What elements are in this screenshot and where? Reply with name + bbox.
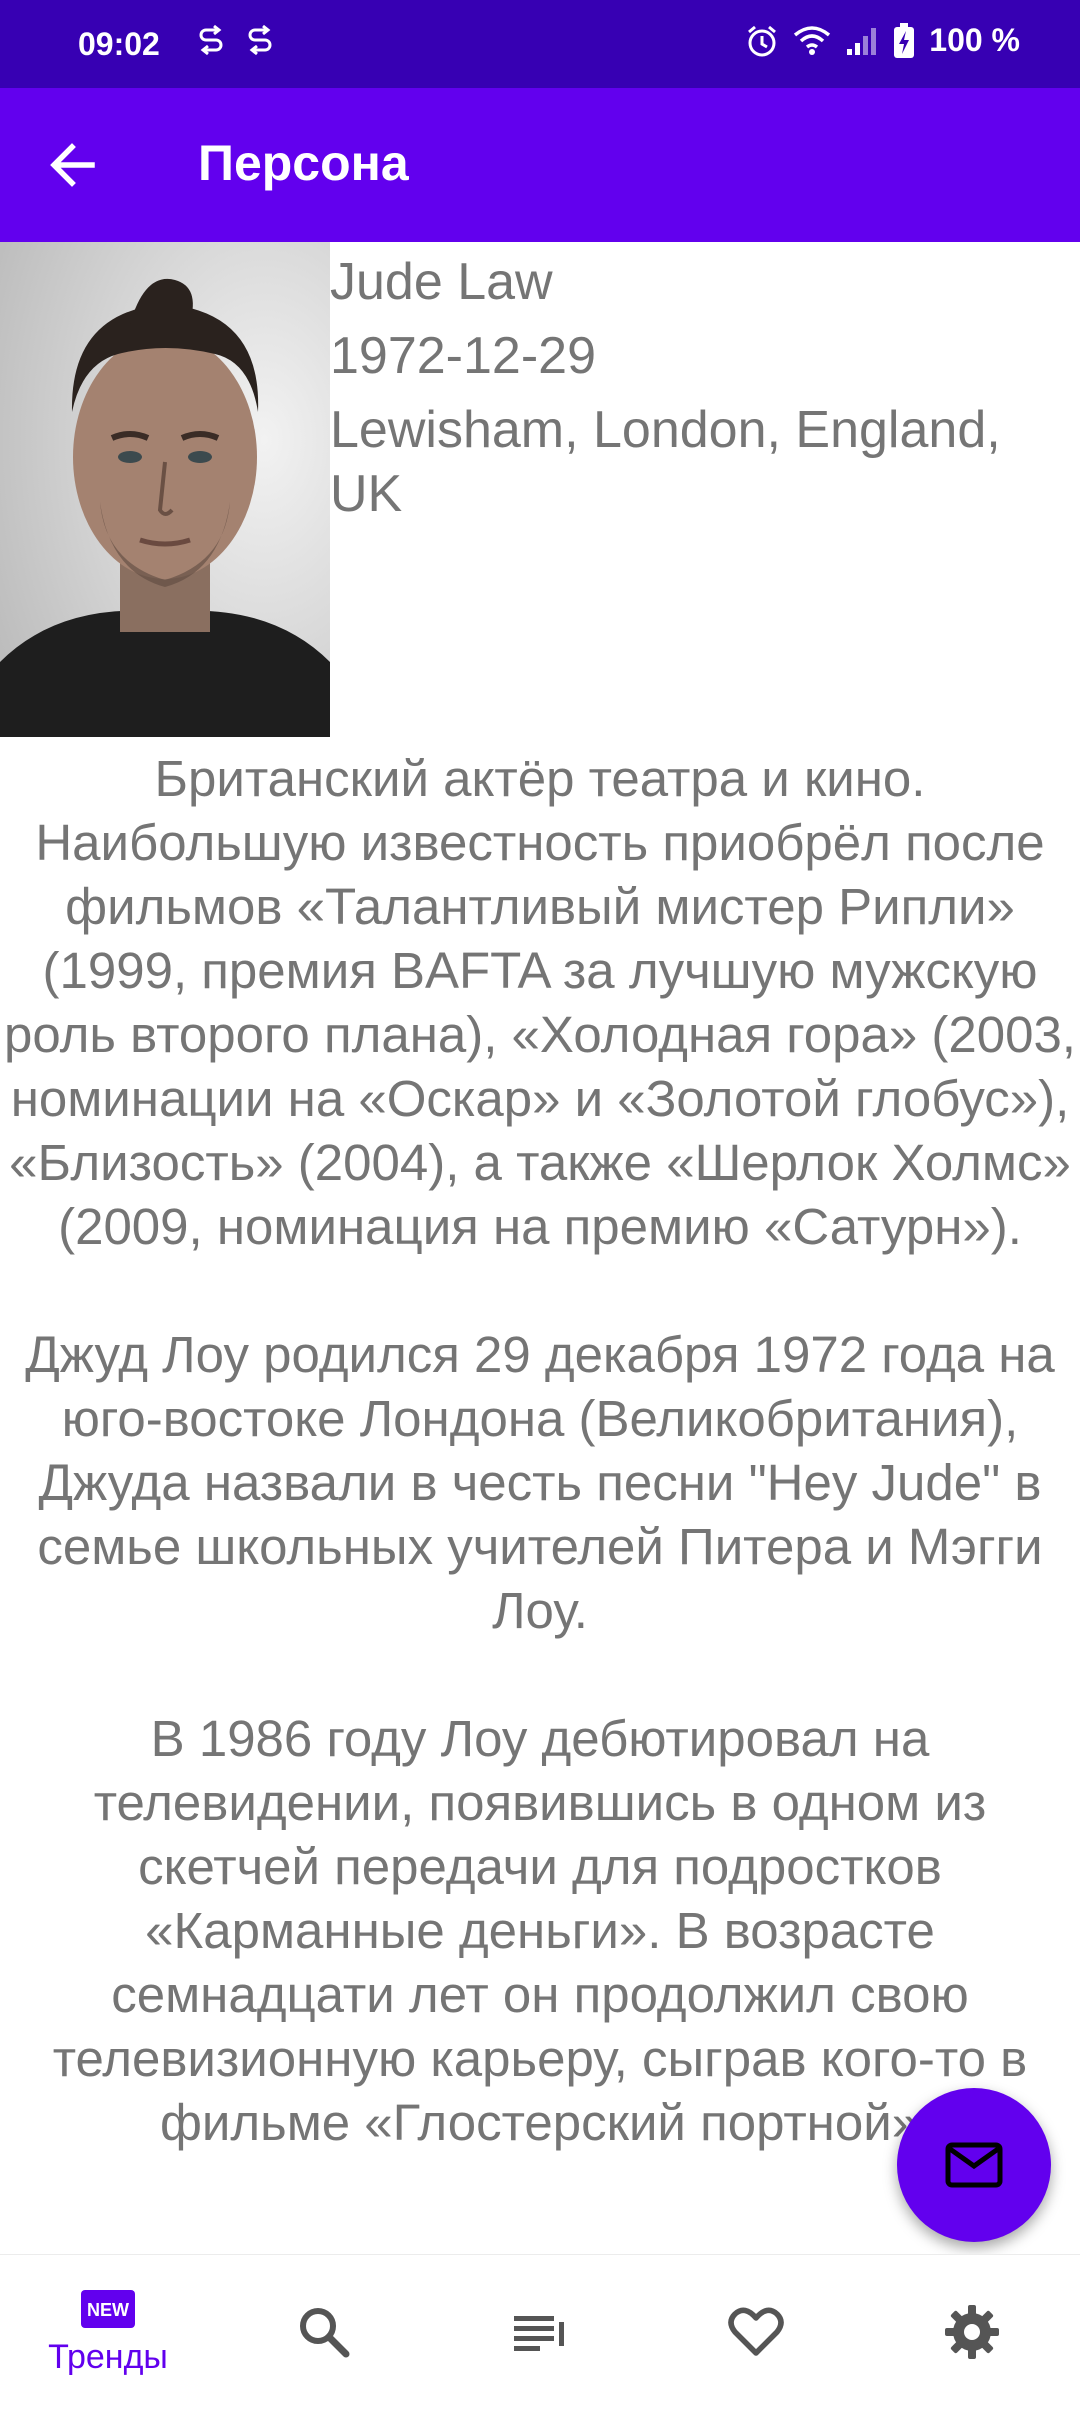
app-bar: Персона (0, 88, 1080, 242)
new-badge-icon: NEW (81, 2289, 135, 2328)
status-bar: 09:02 100 % (0, 0, 1080, 88)
biography-paragraph: В 1986 году Лоу дебютировал на телевиден… (52, 1710, 1028, 2151)
list-icon (514, 2316, 564, 2351)
page-title: Персона (198, 135, 409, 191)
nav-item-list[interactable] (432, 2255, 648, 2409)
wifi-icon (794, 25, 831, 55)
person-place-of-birth: Lewisham, London, England, UK (330, 401, 1001, 523)
search-icon (300, 2308, 350, 2358)
sync-icon (248, 24, 272, 56)
nav-item-trends-label: Тренды (48, 2337, 168, 2376)
battery-percent: 100 % (929, 22, 1020, 58)
mail-button[interactable] (897, 2088, 1051, 2242)
alarm-icon (748, 25, 777, 56)
person-birthday: 1972-12-29 (330, 327, 596, 385)
biography-paragraph: Британский актёр театра и кино. Наибольш… (4, 750, 1076, 1255)
person-details[interactable]: Jude Law 1972-12-29 Lewisham, London, En… (0, 242, 1080, 2254)
bottom-navigation: NEW Тренды (0, 2254, 1080, 2409)
gear-icon (945, 2305, 999, 2359)
signal-icon (847, 27, 877, 55)
svg-text:NEW: NEW (87, 2300, 129, 2320)
nav-item-trends[interactable]: NEW Тренды (0, 2255, 216, 2409)
status-time: 09:02 (78, 26, 160, 62)
person-info: Jude Law 1972-12-29 Lewisham, London, En… (330, 250, 1070, 536)
person-name: Jude Law (330, 253, 553, 311)
heart-icon (728, 2307, 784, 2356)
person-photo (0, 242, 330, 737)
nav-item-search[interactable] (216, 2255, 432, 2409)
mail-icon (945, 2142, 1003, 2188)
nav-item-favorites[interactable] (648, 2255, 864, 2409)
biography: Британский актёр театра и кино. Наибольш… (0, 747, 1080, 2155)
arrow-back-icon[interactable] (42, 133, 106, 197)
sync-icon (199, 24, 223, 56)
nav-item-settings[interactable] (864, 2255, 1080, 2409)
battery-charging-icon (894, 22, 915, 58)
biography-paragraph: Джуд Лоу родился 29 декабря 1972 года на… (25, 1326, 1055, 1639)
